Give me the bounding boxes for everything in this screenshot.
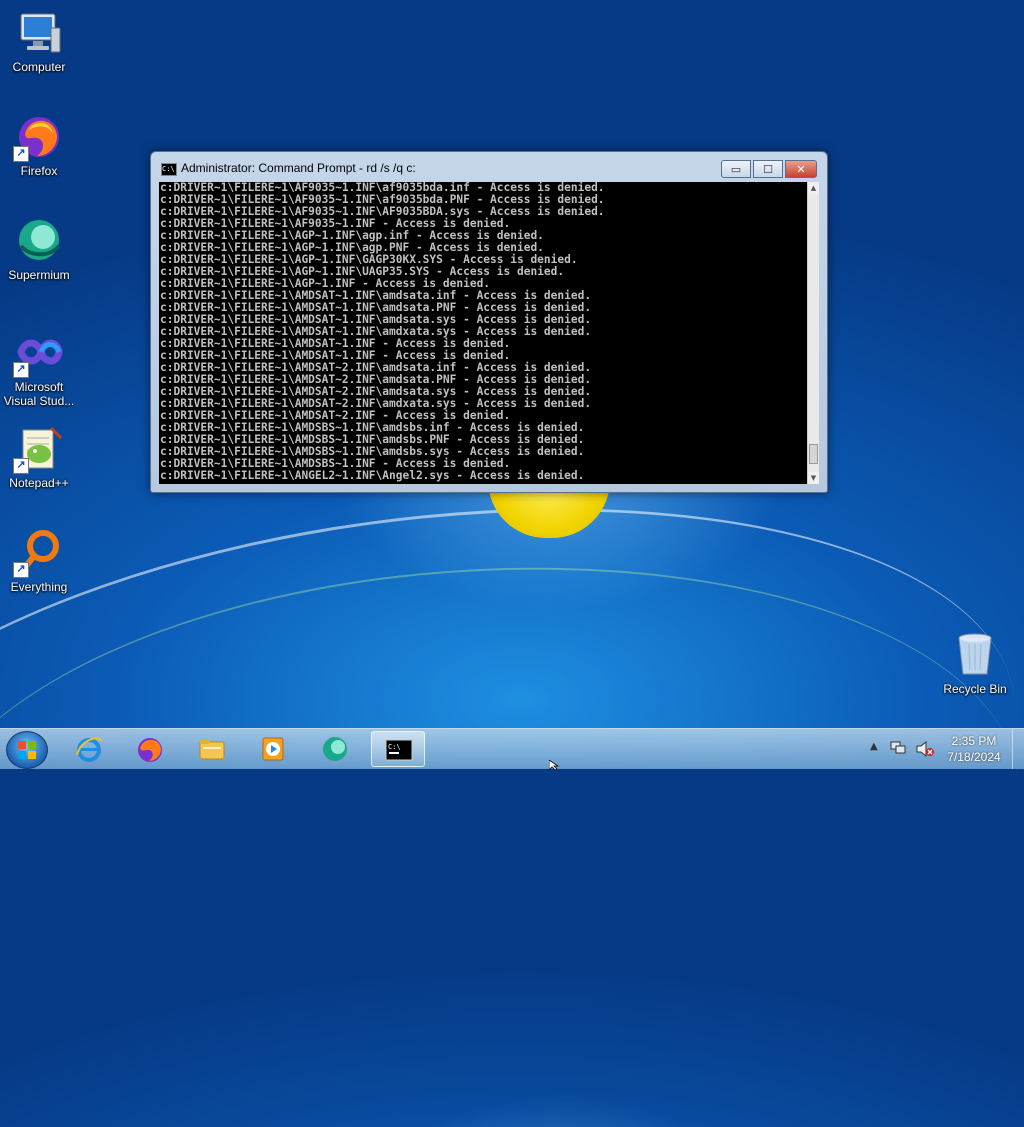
firefox-icon: ↗ <box>13 112 63 162</box>
desktop-icon-label: Supermium <box>8 268 70 282</box>
maximize-button[interactable]: ☐ <box>753 160 783 178</box>
taskbar-clock[interactable]: 2:35 PM 7/18/2024 <box>942 733 1006 765</box>
svg-text:C:\: C:\ <box>388 743 401 751</box>
scrollbar-thumb[interactable] <box>809 444 818 464</box>
taskbar-firefox[interactable] <box>123 731 177 767</box>
shortcut-arrow-icon: ↗ <box>13 458 29 474</box>
taskbar: C:\ ▲ 2:35 PM 7/18/2024 <box>0 728 1024 769</box>
windows-logo-icon <box>18 741 36 759</box>
command-prompt-icon: C:\ <box>385 739 413 761</box>
clock-date: 7/18/2024 <box>947 750 1001 764</box>
desktop-icon-recycle-bin[interactable]: Recycle Bin <box>936 630 1014 696</box>
desktop-icon-firefox[interactable]: ↗ Firefox <box>0 112 78 178</box>
desktop-icon-supermium[interactable]: Supermium <box>0 216 78 282</box>
taskbar-media-player[interactable] <box>246 731 300 767</box>
scroll-up-arrow-icon[interactable]: ▲ <box>808 182 819 194</box>
desktop-icon-visual-studio[interactable]: ↗ Microsoft Visual Stud... <box>0 328 78 408</box>
media-player-icon <box>262 737 284 761</box>
shortcut-arrow-icon: ↗ <box>13 562 29 578</box>
file-explorer-icon <box>199 740 225 760</box>
shortcut-arrow-icon: ↗ <box>13 362 29 378</box>
show-desktop-button[interactable] <box>1012 729 1024 769</box>
shortcut-arrow-icon: ↗ <box>13 146 29 162</box>
computer-icon <box>15 8 63 56</box>
desktop-icon-label: Recycle Bin <box>943 682 1007 696</box>
close-button[interactable]: ✕ <box>785 160 817 178</box>
clock-time: 2:35 PM <box>951 734 997 748</box>
taskbar-supermium[interactable] <box>308 731 362 767</box>
everything-search-icon: ↗ <box>13 528 63 578</box>
show-hidden-icons-arrow-icon[interactable]: ▲ <box>870 741 878 752</box>
notepadpp-icon: ↗ <box>13 424 63 474</box>
taskbar-file-explorer[interactable] <box>185 731 239 767</box>
desktop-icon-computer[interactable]: Computer <box>0 8 78 74</box>
mouse-cursor-icon <box>549 760 560 770</box>
firefox-icon <box>138 738 162 762</box>
supermium-icon <box>323 737 347 761</box>
desktop-icon-label: Everything <box>10 580 68 594</box>
desktop-icon-label: Notepad++ <box>9 476 69 490</box>
scroll-down-arrow-icon[interactable]: ▼ <box>808 472 819 484</box>
recycle-bin-icon <box>951 630 999 678</box>
command-prompt-icon: C:\ <box>161 163 177 176</box>
desktop-icon-notepadpp[interactable]: ↗ Notepad++ <box>0 424 78 490</box>
supermium-icon <box>15 216 63 264</box>
desktop-icon-everything[interactable]: ↗ Everything <box>0 528 78 594</box>
window-titlebar[interactable]: C:\ Administrator: Command Prompt - rd /… <box>151 152 827 182</box>
console-output[interactable]: c:DRIVER~1\FILERE~1\AF9035~1.INF\af9035b… <box>159 182 807 484</box>
network-icon[interactable] <box>890 741 906 755</box>
desktop-icon-label: Microsoft Visual Stud... <box>3 380 75 408</box>
start-button[interactable] <box>6 731 48 769</box>
taskbar-internet-explorer[interactable] <box>62 731 116 767</box>
window-title: Administrator: Command Prompt - rd /s /q… <box>181 161 416 175</box>
visual-studio-icon: ↗ <box>13 328 63 378</box>
minimize-button[interactable]: ▭ <box>721 160 751 178</box>
console-line: c:DRIVER~1\FILERE~1\ANGEL2~1.INF\Angel2.… <box>160 469 585 482</box>
desktop-icon-label: Computer <box>12 60 66 74</box>
vertical-scrollbar[interactable]: ▲ ▼ <box>807 182 819 484</box>
system-tray: ▲ 2:35 PM 7/18/2024 <box>866 729 1024 769</box>
desktop-icon-label: Firefox <box>20 164 58 178</box>
internet-explorer-icon <box>76 737 102 762</box>
command-prompt-window[interactable]: C:\ Administrator: Command Prompt - rd /… <box>150 151 828 493</box>
taskbar-command-prompt[interactable]: C:\ <box>371 731 425 767</box>
volume-muted-icon[interactable] <box>916 741 934 757</box>
